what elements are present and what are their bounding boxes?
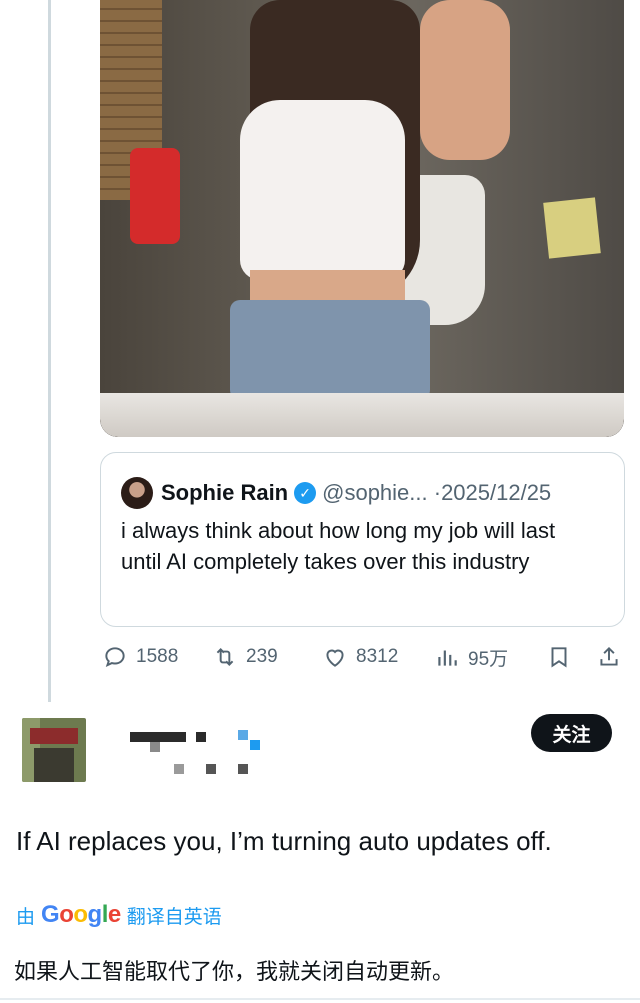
- quoted-tweet-card[interactable]: Sophie Rain ✓ @sophie... ·2025/12/25 i a…: [100, 452, 625, 627]
- google-logo: Google: [41, 901, 121, 928]
- avatar-pixel-dark: [34, 748, 74, 782]
- photo-jeans: [230, 300, 430, 400]
- share-icon: [600, 646, 618, 666]
- translate-suffix: 翻译自英语: [126, 906, 222, 928]
- like-icon: [326, 649, 344, 667]
- like-count: 8312: [356, 646, 399, 667]
- avatar-pixel-red: [30, 728, 78, 744]
- tweet-action-bar: 1588 239 8312 95万: [100, 640, 630, 674]
- follow-button[interactable]: 关注: [531, 714, 612, 752]
- share-button[interactable]: [596, 640, 622, 674]
- reply-tweet-text: If AI replaces you, I’m turning auto upd…: [16, 826, 552, 856]
- quoted-author-avatar[interactable]: [121, 477, 153, 509]
- translated-text: 如果人工智能取代了你，我就关闭自动更新。: [14, 959, 455, 984]
- views-button[interactable]: 95万: [434, 640, 508, 674]
- quoted-tweet-text: i always think about how long my job wil…: [121, 518, 556, 574]
- photo-sign: [543, 197, 601, 259]
- reply-icon: [105, 647, 125, 667]
- bookmark-icon: [551, 647, 567, 668]
- quoted-tweet-header: Sophie Rain ✓ @sophie... ·2025/12/25: [121, 477, 551, 509]
- verified-icon: ✓: [294, 482, 317, 504]
- translate-prefix: 由: [16, 906, 36, 928]
- reply-author-name-redacted[interactable]: [130, 728, 270, 774]
- photo-counter: [100, 393, 624, 437]
- quoted-handle-date: @sophie... ·2025/12/25: [322, 480, 552, 505]
- views-icon: [438, 650, 457, 666]
- photo-top: [240, 100, 405, 280]
- quoted-author-name[interactable]: Sophie Rain: [161, 480, 288, 506]
- like-button[interactable]: 8312: [322, 640, 398, 674]
- reply-author-avatar[interactable]: [22, 718, 86, 782]
- photo-arm: [420, 0, 510, 160]
- photo-can: [130, 148, 180, 244]
- bookmark-button[interactable]: [546, 640, 572, 674]
- reply-button[interactable]: 1588: [102, 640, 178, 674]
- tweet-photo[interactable]: [100, 0, 624, 437]
- thread-connector-line: [48, 0, 51, 702]
- views-count: 95万: [468, 648, 509, 670]
- repost-count: 239: [246, 646, 278, 667]
- translation-attribution[interactable]: 由 Google 翻译自英语: [16, 900, 222, 930]
- reply-count: 1588: [136, 646, 179, 667]
- divider: [0, 998, 640, 1000]
- repost-icon: [216, 648, 234, 666]
- repost-button[interactable]: 239: [212, 640, 278, 674]
